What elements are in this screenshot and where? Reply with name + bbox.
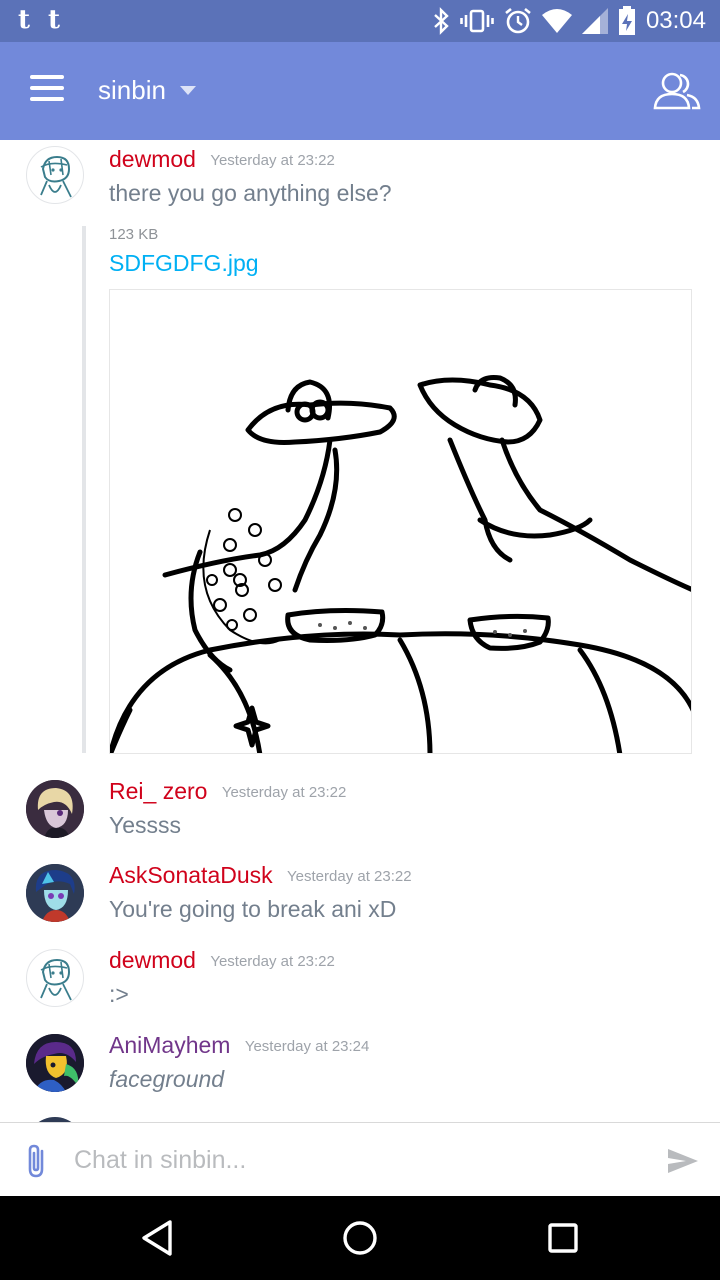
- battery-icon: [618, 6, 635, 35]
- author-name[interactable]: Rei_ zero Yesterday at 23:22: [109, 776, 346, 810]
- avatar-character-icon: [26, 864, 84, 922]
- author-label: AskSonataDusk: [109, 862, 273, 888]
- tumblr-icon: t: [48, 5, 61, 35]
- system-nav-bar: [0, 1196, 720, 1280]
- author-label: dewmod: [109, 146, 196, 172]
- message: AskSonataDusk Yesterday at 23:22 You're …: [0, 860, 720, 940]
- attachment-size: 123 KB: [109, 226, 159, 243]
- message: Rei_ zero Yesterday at 23:22 Yessss: [0, 776, 720, 856]
- chevron-down-icon[interactable]: [180, 86, 196, 95]
- message-text: faceground: [109, 1066, 225, 1092]
- attachment-image[interactable]: [109, 289, 692, 754]
- message-text: there you go anything else?: [109, 180, 392, 206]
- sketch-drawing: [110, 375, 691, 753]
- avatar-drawing-icon: [40, 155, 72, 198]
- message-text: You're going to break ani xD: [109, 896, 397, 922]
- message: dewmod Yesterday at 23:22 there you go a…: [0, 140, 720, 760]
- signal-icon: [581, 8, 608, 34]
- message: dewmod Yesterday at 23:22 :>: [0, 945, 720, 1025]
- avatar[interactable]: [26, 864, 84, 922]
- timestamp: Yesterday at 23:24: [244, 1038, 370, 1055]
- timestamp: Yesterday at 23:22: [210, 953, 335, 970]
- attachment-filename-link[interactable]: SDFGDFG.jpg: [109, 250, 259, 277]
- home-icon[interactable]: [338, 1216, 382, 1260]
- avatar-character-icon: [26, 780, 84, 838]
- author-name[interactable]: AniMayhem Yesterday at 23:24: [109, 1030, 369, 1064]
- members-icon[interactable]: [652, 70, 702, 112]
- wifi-icon: [541, 9, 572, 33]
- avatar[interactable]: [26, 780, 84, 838]
- clock: 03:04: [645, 7, 706, 34]
- status-bar: t t 03:04: [0, 0, 720, 42]
- timestamp: Yesterday at 23:22: [210, 152, 335, 169]
- send-icon[interactable]: [666, 1147, 700, 1175]
- message-text: Yessss: [109, 812, 182, 838]
- author-label: AniMayhem: [109, 1032, 231, 1058]
- message-composer: [0, 1122, 720, 1196]
- alarm-icon: [505, 7, 531, 34]
- timestamp: Yesterday at 23:22: [221, 784, 347, 801]
- author-name[interactable]: AskSonataDusk Yesterday at 23:22: [109, 860, 412, 894]
- avatar-character-icon: [26, 1034, 84, 1092]
- author-label: dewmod: [109, 947, 196, 973]
- avatar[interactable]: [26, 146, 84, 204]
- author-name[interactable]: dewmod Yesterday at 23:22: [109, 945, 335, 979]
- author-name[interactable]: dewmod Yesterday at 23:22: [109, 144, 335, 178]
- message-partial: [0, 1115, 720, 1122]
- tumblr-plus-icon: t: [18, 5, 31, 35]
- recents-icon[interactable]: [541, 1216, 585, 1260]
- paperclip-icon[interactable]: [24, 1143, 52, 1179]
- message-text: :>: [109, 981, 129, 1007]
- attachment-divider: [82, 226, 86, 753]
- bluetooth-icon: [434, 7, 449, 35]
- back-icon[interactable]: [136, 1216, 180, 1260]
- hamburger-menu-icon[interactable]: [30, 75, 66, 103]
- vibrate-icon: [460, 9, 494, 33]
- timestamp: Yesterday at 23:22: [287, 868, 412, 885]
- message: AniMayhem Yesterday at 23:24 faceground: [0, 1030, 720, 1110]
- avatar-drawing-icon: [40, 958, 72, 1001]
- app-bar: sinbin: [0, 42, 720, 140]
- channel-title[interactable]: sinbin: [98, 73, 166, 107]
- avatar[interactable]: [26, 949, 84, 1007]
- avatar[interactable]: [26, 1034, 84, 1092]
- message-list[interactable]: dewmod Yesterday at 23:22 there you go a…: [0, 140, 720, 1122]
- chat-input[interactable]: [74, 1141, 634, 1179]
- author-label: Rei_ zero: [109, 778, 208, 804]
